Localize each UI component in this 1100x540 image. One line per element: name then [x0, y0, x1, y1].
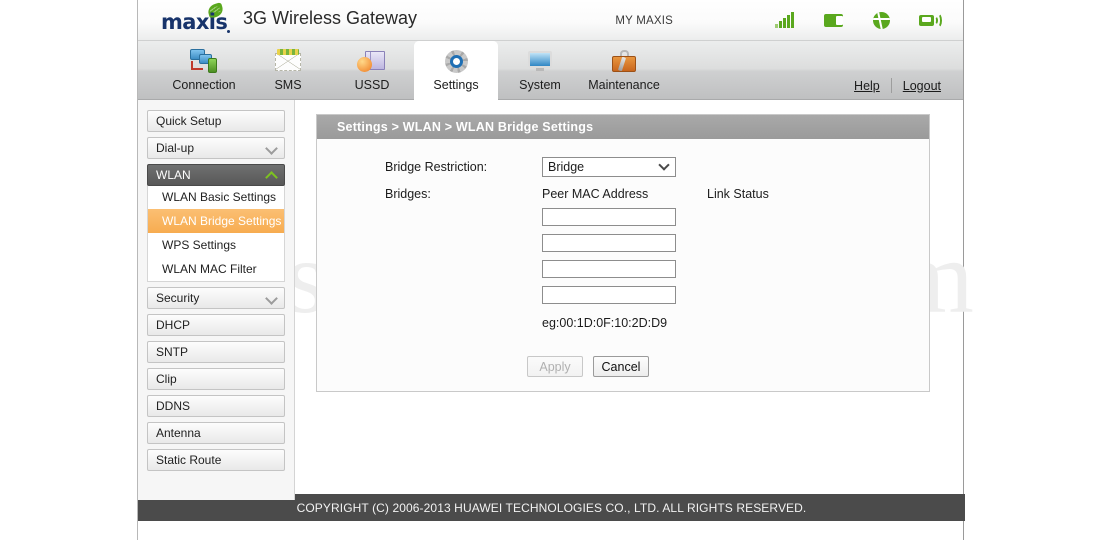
- tab-list: Connection SMS USSD Settings System Main…: [162, 41, 666, 100]
- sidebar-item-wlan[interactable]: WLAN: [147, 164, 285, 186]
- logout-link[interactable]: Logout: [903, 79, 941, 93]
- peer-mac-address-header: Peer MAC Address: [542, 187, 649, 201]
- sidebar-subitem-label: WLAN Basic Settings: [162, 190, 277, 204]
- bridge-restriction-value: Bridge: [548, 160, 585, 174]
- tab-system-label: System: [519, 78, 561, 92]
- peer-mac-input-1[interactable]: [542, 208, 676, 226]
- tab-connection[interactable]: Connection: [162, 41, 246, 100]
- sidebar-item-label: DHCP: [156, 318, 191, 332]
- sidebar-item-clip[interactable]: Clip: [147, 368, 285, 390]
- sidebar-item-dhcp[interactable]: DHCP: [147, 314, 285, 336]
- status-icon-group: [775, 10, 942, 30]
- form-buttons: Apply Cancel: [527, 356, 929, 377]
- connection-icon: [187, 47, 221, 77]
- sidebar-item-label: Static Route: [156, 453, 222, 467]
- signal-strength-icon: [775, 10, 797, 30]
- sidebar-subitem-label: WLAN Bridge Settings: [162, 214, 282, 228]
- bridges-header-row: Bridges: Peer MAC Address Link Status: [317, 187, 929, 201]
- tab-ussd-label: USSD: [354, 78, 390, 92]
- sidebar-item-label: Dial-up: [156, 141, 195, 155]
- peer-mac-input-2[interactable]: [542, 234, 676, 252]
- content-panel: Settings > WLAN > WLAN Bridge Settings B…: [316, 114, 930, 392]
- chevron-down-icon: [658, 159, 670, 171]
- logo-dot: [227, 30, 230, 33]
- tab-settings-label: Settings: [433, 78, 479, 92]
- sidebar-item-label: WLAN: [156, 168, 191, 182]
- sidebar-item-security[interactable]: Security: [147, 287, 285, 309]
- toolbox-icon: [607, 47, 641, 77]
- bridge-restriction-label: Bridge Restriction:: [385, 160, 488, 174]
- help-link[interactable]: Help: [854, 79, 880, 93]
- sidebar-item-label: DDNS: [156, 399, 191, 413]
- sidebar-item-quick-setup[interactable]: Quick Setup: [147, 110, 285, 132]
- wlan-bridge-settings-form: Bridge Restriction: Bridge Bridges: Peer…: [317, 139, 929, 377]
- wifi-broadcast-icon: [919, 10, 942, 30]
- maxis-logo-text: maxis: [161, 10, 228, 34]
- sidebar-item-label: SNTP: [156, 345, 189, 359]
- tab-connection-label: Connection: [172, 78, 236, 92]
- sidebar-item-ddns[interactable]: DDNS: [147, 395, 285, 417]
- my-maxis-label: MY MAXIS: [615, 15, 673, 27]
- gear-icon: [439, 47, 473, 77]
- tab-sms-label: SMS: [274, 78, 302, 92]
- sidebar-item-label: Security: [156, 291, 200, 305]
- tab-ussd[interactable]: USSD: [330, 41, 414, 100]
- sidebar-subitem-label: WLAN MAC Filter: [162, 262, 257, 276]
- sidebar-item-label: Clip: [156, 372, 177, 386]
- sim-card-icon: [823, 10, 845, 30]
- tab-maintenance-label: Maintenance: [588, 78, 660, 92]
- nav-links: Help Logout: [854, 78, 941, 93]
- sidebar-item-wps-settings[interactable]: WPS Settings: [148, 233, 284, 257]
- bridges-label: Bridges:: [385, 187, 431, 201]
- chevron-down-icon: [267, 143, 277, 153]
- sidebar-item-wlan-basic-settings[interactable]: WLAN Basic Settings: [148, 185, 284, 209]
- maxis-logo: maxis: [161, 2, 231, 36]
- mac-format-hint: eg:00:1D:0F:10:2D:D9: [542, 316, 668, 330]
- peer-mac-input-3[interactable]: [542, 260, 676, 278]
- cancel-button[interactable]: Cancel: [593, 356, 649, 377]
- sidebar-menu: Quick Setup Dial-up WLAN WLAN Basic Sett…: [138, 100, 295, 500]
- sidebar-item-dial-up[interactable]: Dial-up: [147, 137, 285, 159]
- sidebar-submenu-wlan: WLAN Basic Settings WLAN Bridge Settings…: [147, 185, 285, 282]
- sidebar-item-static-route[interactable]: Static Route: [147, 449, 285, 471]
- chevron-up-icon: [267, 170, 277, 180]
- sidebar-item-label: Quick Setup: [156, 114, 222, 128]
- router-admin-page: maxis 3G Wireless Gateway MY MAXIS Conne…: [137, 0, 974, 540]
- tab-maintenance[interactable]: Maintenance: [582, 41, 666, 100]
- sidebar-item-antenna[interactable]: Antenna: [147, 422, 285, 444]
- apply-button[interactable]: Apply: [527, 356, 583, 377]
- ussd-icon: [355, 47, 389, 77]
- sidebar-item-label: Antenna: [156, 426, 201, 440]
- breadcrumb: Settings > WLAN > WLAN Bridge Settings: [317, 115, 929, 139]
- chevron-down-icon: [267, 293, 277, 303]
- product-title: 3G Wireless Gateway: [243, 8, 418, 28]
- envelope-icon: [271, 47, 305, 77]
- link-status-header: Link Status: [707, 187, 769, 201]
- tab-system[interactable]: System: [498, 41, 582, 100]
- sidebar-subitem-label: WPS Settings: [162, 238, 237, 252]
- globe-icon: [871, 10, 893, 30]
- tab-settings[interactable]: Settings: [414, 41, 498, 100]
- sidebar-item-wlan-bridge-settings[interactable]: WLAN Bridge Settings: [148, 209, 284, 233]
- peer-mac-input-4[interactable]: [542, 286, 676, 304]
- sidebar-item-sntp[interactable]: SNTP: [147, 341, 285, 363]
- main-navigation: Connection SMS USSD Settings System Main…: [138, 41, 963, 100]
- monitor-icon: [523, 47, 557, 77]
- bridge-restriction-row: Bridge Restriction: Bridge: [317, 157, 929, 177]
- tab-sms[interactable]: SMS: [246, 41, 330, 100]
- screenshot-root: maxis 3G Wireless Gateway MY MAXIS Conne…: [0, 0, 1100, 540]
- bridge-restriction-select[interactable]: Bridge: [542, 157, 676, 177]
- brand-bar: maxis 3G Wireless Gateway MY MAXIS: [138, 0, 963, 41]
- page-body: setupRouter.com Quick Setup Dial-up WLAN…: [138, 100, 974, 521]
- sidebar-item-wlan-mac-filter[interactable]: WLAN MAC Filter: [148, 257, 284, 281]
- nav-link-divider: [890, 78, 892, 93]
